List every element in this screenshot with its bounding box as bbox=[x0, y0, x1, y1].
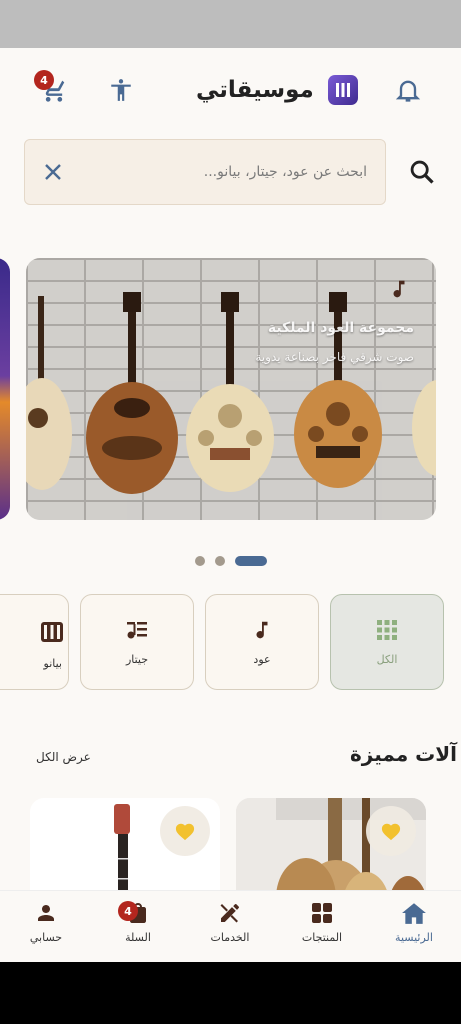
category-label: عود bbox=[253, 652, 271, 666]
category-piano[interactable]: بيانو bbox=[0, 594, 69, 690]
app-screen: 4 موسيقاتي ابحث عن عود، جيتار، بيانو... … bbox=[0, 48, 461, 962]
section-title: آلات مميزة bbox=[350, 742, 458, 766]
nav-label: الرئيسية bbox=[395, 931, 433, 944]
carousel-dot-active[interactable] bbox=[235, 556, 267, 566]
nav-label: الخدمات bbox=[210, 931, 250, 944]
nav-label: السلة bbox=[125, 931, 151, 944]
app-title: موسيقاتي bbox=[196, 77, 314, 103]
nav-label: حسابي bbox=[29, 931, 63, 944]
slide-caption: مجموعة العود الملكية صوت شرقي فاخر بصناع… bbox=[255, 320, 414, 364]
category-chips: الكل عود جيتار بيانو bbox=[0, 594, 461, 692]
app-header: 4 موسيقاتي bbox=[0, 48, 461, 134]
category-label: بيانو bbox=[43, 657, 62, 670]
carousel-dot[interactable] bbox=[215, 556, 225, 566]
piano-icon bbox=[40, 621, 64, 647]
heart-icon bbox=[175, 823, 195, 841]
search-bar bbox=[24, 139, 386, 205]
logo-icon bbox=[327, 75, 358, 105]
notifications-button[interactable] bbox=[394, 76, 422, 104]
clear-search-button[interactable] bbox=[41, 160, 65, 184]
current-slide[interactable]: مجموعة العود الملكية صوت شرقي فاخر بصناع… bbox=[26, 258, 436, 520]
category-label: الكل bbox=[376, 652, 398, 666]
search-button[interactable] bbox=[408, 158, 436, 186]
nav-home[interactable]: الرئيسية bbox=[374, 901, 454, 957]
search-input[interactable] bbox=[85, 140, 367, 204]
slide-subtitle: صوت شرقي فاخر بصناعة يدوية bbox=[255, 350, 414, 364]
view-all-link[interactable]: عرض الكل bbox=[36, 750, 91, 764]
nav-products[interactable]: المنتجات bbox=[282, 901, 362, 957]
cart-count-badge: 4 bbox=[118, 901, 138, 921]
favorite-button[interactable] bbox=[160, 806, 210, 856]
app-logo: موسيقاتي bbox=[196, 74, 358, 106]
heart-icon bbox=[381, 823, 401, 841]
cart-count-badge: 4 bbox=[34, 70, 54, 90]
favorite-button[interactable] bbox=[366, 806, 416, 856]
bottom-navigation: الرئيسية المنتجات الخدمات السلة 4 حسابي bbox=[0, 890, 461, 962]
music-note-icon bbox=[388, 278, 410, 300]
category-label: جيتار bbox=[125, 652, 149, 666]
music-note-icon bbox=[256, 621, 268, 638]
nav-account[interactable]: حسابي bbox=[6, 901, 86, 957]
slide-title: مجموعة العود الملكية bbox=[267, 320, 414, 336]
grid-icon bbox=[377, 619, 397, 640]
carousel-dot[interactable] bbox=[195, 556, 205, 566]
bell-icon bbox=[395, 80, 421, 102]
home-icon bbox=[402, 903, 426, 924]
close-icon bbox=[45, 164, 61, 180]
category-all[interactable]: الكل bbox=[330, 594, 444, 690]
guitar-list-icon bbox=[127, 621, 147, 638]
category-guitar[interactable]: جيتار bbox=[80, 594, 194, 690]
nav-services[interactable]: الخدمات bbox=[190, 901, 270, 957]
oud-instruments-image bbox=[26, 292, 436, 494]
previous-slide[interactable] bbox=[0, 258, 10, 520]
nav-cart[interactable]: السلة 4 bbox=[98, 901, 178, 957]
banner-carousel[interactable]: مجموعة العود الملكية صوت شرقي فاخر بصناع… bbox=[0, 258, 461, 520]
person-icon bbox=[38, 905, 54, 921]
nav-label: المنتجات bbox=[301, 931, 343, 944]
category-oud[interactable]: عود bbox=[205, 594, 319, 690]
grid-icon bbox=[312, 903, 332, 923]
carousel-indicators bbox=[0, 554, 461, 568]
accessibility-icon bbox=[111, 79, 131, 101]
status-bar bbox=[0, 0, 461, 48]
search-icon bbox=[410, 160, 434, 184]
system-navigation-area bbox=[0, 962, 461, 1024]
tools-icon bbox=[220, 904, 239, 923]
accessibility-button[interactable] bbox=[108, 76, 134, 104]
